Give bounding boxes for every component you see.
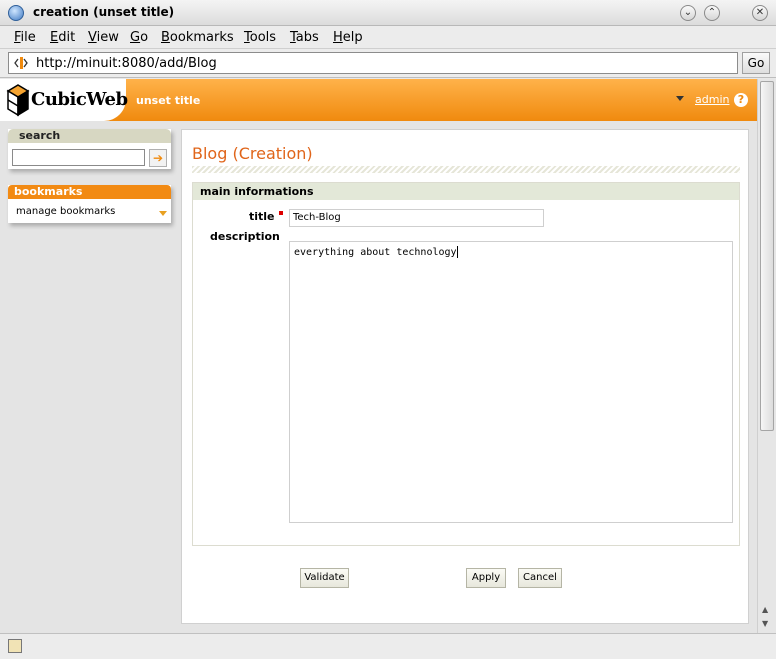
menu-go[interactable]: Go: [130, 30, 148, 45]
menu-file[interactable]: File: [14, 30, 36, 45]
search-box-title: search: [8, 129, 171, 143]
location-bar: http://minuit:8080/add/Blog Go: [0, 49, 776, 78]
vertical-scrollbar[interactable]: ▲ ▼: [757, 79, 776, 633]
scrollbar-thumb[interactable]: [760, 81, 774, 431]
search-box: search ➔: [8, 129, 171, 169]
site-header: CubicWeb unset title admin ?: [0, 79, 757, 121]
required-marker: [279, 211, 283, 215]
cancel-button[interactable]: Cancel: [518, 568, 562, 588]
title-underline-divider: [192, 166, 740, 173]
validate-button[interactable]: Validate: [300, 568, 349, 588]
bookmarks-chevron-down-icon[interactable]: [159, 211, 167, 216]
title-label: title: [249, 210, 275, 223]
search-submit-arrow-icon[interactable]: ➔: [149, 149, 167, 167]
minimize-button[interactable]: ⌄: [680, 5, 696, 21]
lock-icon: [8, 639, 22, 653]
close-window-button[interactable]: ✕: [752, 5, 768, 21]
scroll-down-icon[interactable]: ▼: [762, 619, 768, 628]
window-titlebar: creation (unset title) ⌄ ⌃ ✕: [0, 0, 776, 26]
logo-text: CubicWeb: [31, 89, 128, 110]
description-textarea[interactable]: everything about technology: [289, 241, 733, 523]
page-icon: [14, 57, 28, 69]
go-button[interactable]: Go: [742, 52, 770, 74]
cubicweb-logo[interactable]: CubicWeb: [0, 79, 128, 121]
menu-tabs[interactable]: Tabs: [290, 30, 319, 45]
main-content: Blog (Creation) main informations title …: [181, 129, 749, 624]
url-text: http://minuit:8080/add/Blog: [36, 56, 217, 71]
page-viewport: CubicWeb unset title admin ? search ➔ bo…: [0, 79, 757, 633]
description-text: everything about technology: [294, 247, 457, 258]
menu-edit[interactable]: Edit: [50, 30, 75, 45]
search-input[interactable]: [12, 149, 145, 166]
apply-button[interactable]: Apply: [466, 568, 506, 588]
cube-logo-icon: [6, 84, 30, 117]
menu-view[interactable]: View: [88, 30, 119, 45]
main-informations-fieldset: main informations title Tech-Blog descri…: [192, 182, 740, 546]
description-label: description: [210, 230, 280, 243]
url-field[interactable]: http://minuit:8080/add/Blog: [8, 52, 738, 74]
fieldset-legend: main informations: [193, 183, 739, 200]
menu-tools[interactable]: Tools: [244, 30, 276, 45]
title-field[interactable]: Tech-Blog: [289, 209, 544, 227]
menu-bookmarks[interactable]: Bookmarks: [161, 30, 234, 45]
window-title: creation (unset title): [33, 5, 175, 19]
menu-help[interactable]: Help: [333, 30, 363, 45]
text-cursor: [456, 246, 458, 258]
bookmarks-box: bookmarks manage bookmarks: [8, 185, 171, 223]
help-icon[interactable]: ?: [734, 93, 748, 107]
site-title: unset title: [136, 94, 201, 107]
scroll-up-icon[interactable]: ▲: [762, 605, 768, 614]
page-title: Blog (Creation): [192, 144, 313, 163]
browser-app-icon: [8, 5, 24, 21]
manage-bookmarks-link[interactable]: manage bookmarks: [16, 206, 115, 217]
user-menu-chevron-icon[interactable]: [676, 96, 684, 101]
user-link[interactable]: admin: [695, 93, 729, 106]
bookmarks-box-title: bookmarks: [8, 185, 171, 199]
menu-bar: File Edit View Go Bookmarks Tools Tabs H…: [0, 26, 776, 49]
status-bar: [0, 633, 776, 659]
maximize-button[interactable]: ⌃: [704, 5, 720, 21]
